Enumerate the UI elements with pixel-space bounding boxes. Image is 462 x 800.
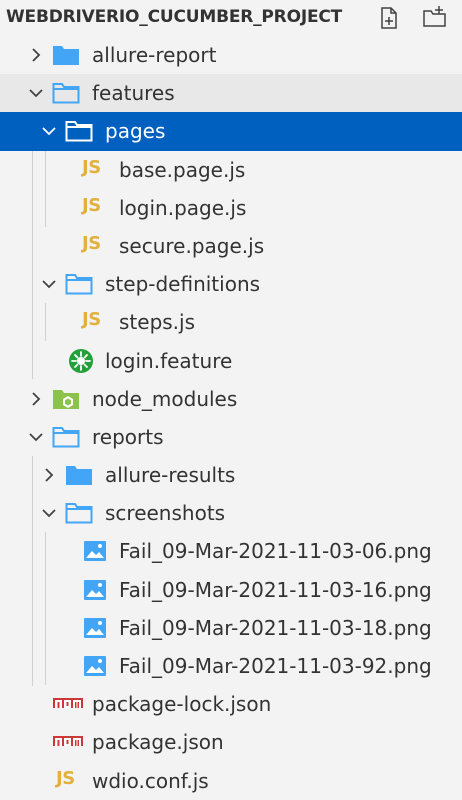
folder-open-icon <box>65 274 93 295</box>
folder-open-icon <box>65 503 93 524</box>
tree-item-label: Fail_09-Mar-2021-11-03-18.png <box>119 615 432 640</box>
tree-item-label: allure-report <box>92 43 217 67</box>
tree-item-label: pages <box>105 119 166 144</box>
tree-item-label: features <box>92 81 175 106</box>
tree-item-label: Fail_09-Mar-2021-11-03-06.png <box>119 539 432 564</box>
tree-item-reports[interactable]: reports <box>0 418 462 456</box>
tree-item-png-16[interactable]: Fail_09-Mar-2021-11-03-16.png <box>0 571 462 609</box>
tree-item-login-feature[interactable]: login.feature <box>0 342 462 380</box>
tree-item-allure-report[interactable]: allure-report <box>0 36 462 74</box>
folder-open-icon <box>52 426 80 448</box>
image-file-icon <box>84 617 106 638</box>
cucumber-icon <box>69 348 93 373</box>
chevron-down-icon <box>42 280 56 289</box>
tree-item-login-page-js[interactable]: JS login.page.js <box>0 189 462 227</box>
tree-item-step-definitions[interactable]: step-definitions <box>0 265 462 303</box>
new-folder-icon <box>423 6 446 27</box>
tree-item-label: package.json <box>92 730 224 755</box>
tree-item-label: Fail_09-Mar-2021-11-03-16.png <box>119 577 432 602</box>
tree-item-features[interactable]: features <box>0 74 462 113</box>
tree-item-pages[interactable]: pages <box>0 112 462 151</box>
chevron-down-icon <box>42 509 56 518</box>
chevron-down-icon <box>29 433 43 442</box>
npm-icon <box>53 698 83 709</box>
chevron-right-icon <box>32 392 41 406</box>
tree-item-label: allure-results <box>105 463 236 488</box>
tree-item-png-06[interactable]: Fail_09-Mar-2021-11-03-06.png <box>0 532 462 570</box>
tree-item-node-modules[interactable]: node_modules <box>0 380 462 418</box>
tree-item-label: Fail_09-Mar-2021-11-03-92.png <box>119 654 432 678</box>
explorer-header: WEBDRIVERIO_CUCUMBER_PROJECT <box>0 0 462 36</box>
js-file-icon: JS <box>82 232 101 254</box>
tree-item-label: wdio.conf.js <box>92 768 209 793</box>
tree-item-package-json[interactable]: package.json <box>0 723 462 761</box>
new-folder-button[interactable] <box>420 4 450 32</box>
node-folder-icon <box>53 389 79 409</box>
chevron-right-icon <box>32 48 41 62</box>
tree-item-steps-js[interactable]: JS steps.js <box>0 303 462 341</box>
image-file-icon <box>84 541 106 562</box>
chevron-down-icon <box>29 89 43 98</box>
tree-item-label: package-lock.json <box>92 692 272 717</box>
tree-item-label: login.feature <box>105 348 233 373</box>
js-file-icon: JS <box>82 309 101 331</box>
tree-item-wdio-conf-js[interactable]: JS wdio.conf.js <box>0 762 462 800</box>
npm-icon <box>53 736 83 747</box>
js-file-icon: JS <box>56 767 75 789</box>
folder-icon <box>53 46 79 65</box>
folder-icon <box>66 466 92 486</box>
chevron-right-icon <box>45 468 54 482</box>
file-tree: allure-report features pages JS base.pag… <box>0 36 462 800</box>
tree-item-label: secure.page.js <box>119 233 265 258</box>
image-file-icon <box>84 579 106 600</box>
tree-item-allure-results[interactable]: allure-results <box>0 456 462 494</box>
project-title: WEBDRIVERIO_CUCUMBER_PROJECT <box>6 7 343 27</box>
tree-item-png-92[interactable]: Fail_09-Mar-2021-11-03-92.png <box>0 647 462 685</box>
folder-open-icon <box>65 121 93 142</box>
tree-item-secure-page-js[interactable]: JS secure.page.js <box>0 227 462 265</box>
image-file-icon <box>84 656 106 676</box>
tree-item-label: reports <box>92 424 164 449</box>
new-file-button[interactable] <box>374 4 404 32</box>
new-file-icon <box>381 7 397 29</box>
js-file-icon: JS <box>82 156 101 178</box>
tree-item-label: step-definitions <box>105 272 261 297</box>
tree-item-base-page-js[interactable]: JS base.page.js <box>0 151 462 189</box>
tree-item-label: steps.js <box>119 310 196 335</box>
tree-item-label: screenshots <box>105 501 226 526</box>
tree-item-label: login.page.js <box>119 195 247 220</box>
tree-item-png-18[interactable]: Fail_09-Mar-2021-11-03-18.png <box>0 609 462 647</box>
folder-open-icon <box>52 83 80 104</box>
chevron-down-icon <box>42 127 56 136</box>
tree-item-screenshots[interactable]: screenshots <box>0 494 462 532</box>
tree-item-package-lock-json[interactable]: package-lock.json <box>0 685 462 723</box>
js-file-icon: JS <box>82 194 101 216</box>
tree-item-label: node_modules <box>92 386 238 411</box>
tree-item-label: base.page.js <box>119 157 246 182</box>
